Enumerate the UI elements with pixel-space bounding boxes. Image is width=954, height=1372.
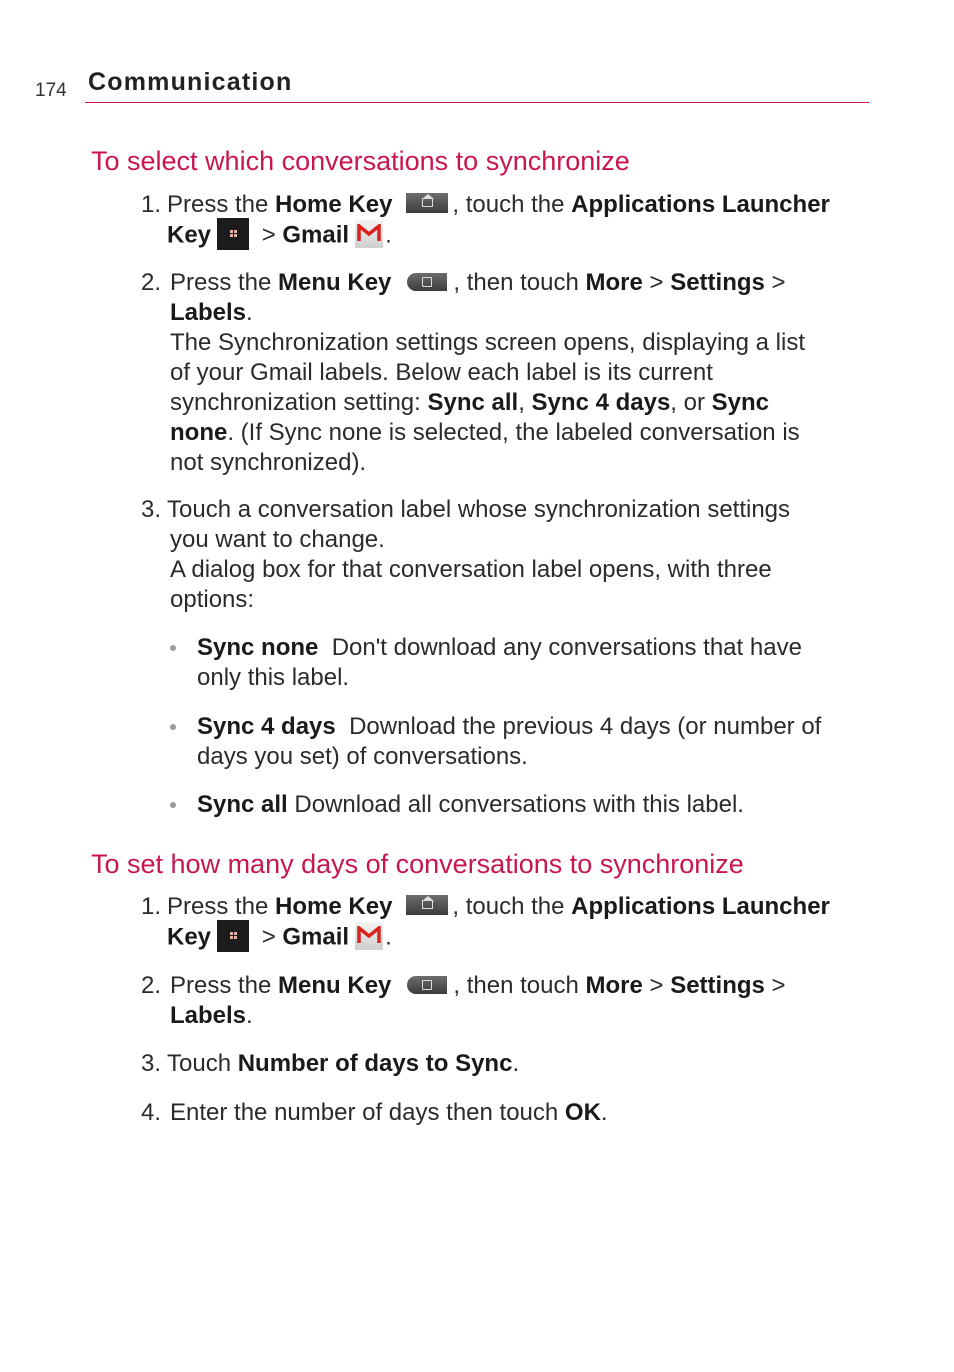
text: , touch the (452, 191, 572, 218)
step-4: 4. Enter the number of days then touch O… (141, 1098, 871, 1128)
text: > (255, 923, 283, 951)
step-number: 1. (141, 191, 162, 218)
home-key-icon (406, 894, 449, 915)
text: > (764, 269, 786, 296)
menu-key-label: Menu Key (278, 972, 392, 999)
key-label: Key (167, 221, 212, 249)
text: Press the (170, 269, 279, 296)
text: , then touch (453, 269, 586, 296)
step-number: 3. (141, 1050, 162, 1077)
page-number: 174 (35, 80, 67, 101)
home-key-label: Home Key (275, 893, 393, 920)
text: Press the (170, 972, 279, 999)
text: Press the (167, 893, 276, 920)
page-header: 174 Communication (35, 68, 869, 104)
text: . (246, 1002, 253, 1029)
step-1: 1. Press the Home Key , touch the Applica… (141, 892, 871, 952)
text: . (If Sync none is selected, the labeled… (227, 419, 800, 446)
step-number: 2. (141, 269, 162, 296)
step-number: 4. (141, 1099, 162, 1126)
number-of-days-term: Number of days to Sync (237, 1050, 513, 1077)
bullet-icon (170, 724, 176, 730)
text: > (642, 269, 671, 296)
option-term: Sync 4 days (197, 713, 336, 740)
key-label: Key (167, 923, 212, 951)
text: . (385, 221, 392, 249)
text: Touch a conversation label whose synchro… (167, 496, 791, 523)
sync-none-term: none (170, 419, 228, 446)
text: only this label. (197, 664, 350, 691)
text: . (385, 923, 392, 951)
step-2: 2. Press the Menu Key , then touch More >… (141, 971, 871, 1029)
gmail-icon (355, 922, 384, 950)
text: Download all conversations with this lab… (287, 791, 744, 818)
text: > (255, 221, 283, 249)
text: days you set) of conversations. (197, 743, 528, 770)
step-number: 2. (141, 972, 162, 999)
chapter-title: Communication (88, 68, 293, 96)
sync-4-days-term: Sync 4 days (531, 389, 671, 416)
text: Touch (167, 1050, 238, 1077)
menu-key-icon (407, 975, 448, 994)
settings-label: Settings (670, 972, 765, 999)
labels-label: Labels (170, 299, 247, 326)
ok-term: OK (564, 1099, 601, 1126)
apps-launcher-label: Applications Launcher (571, 191, 830, 218)
step-number: 1. (141, 893, 162, 920)
text: > (642, 972, 671, 999)
gmail-label: Gmail (282, 923, 350, 951)
menu-key-icon (407, 272, 448, 291)
home-key-icon (406, 192, 449, 213)
apps-launcher-label: Applications Launcher (571, 893, 830, 920)
gmail-label: Gmail (282, 221, 350, 249)
step-3: 3. Touch Number of days to Sync. (141, 1049, 871, 1079)
text: of your Gmail labels. Below each label i… (170, 359, 713, 386)
step-2: 2. Press the Menu Key , then touch More >… (141, 268, 871, 476)
header-rule (85, 102, 869, 103)
sync-all-term: Sync all (427, 389, 519, 416)
text: Download the previous 4 days (or number … (335, 713, 822, 740)
bullet-icon (170, 802, 176, 808)
text: . (246, 299, 253, 326)
text: Press the (167, 191, 276, 218)
menu-key-label: Menu Key (278, 269, 392, 296)
section-heading-days-to-sync: To set how many days of conversations to… (91, 849, 744, 879)
option-term: Sync all (197, 791, 288, 818)
more-label: More (585, 269, 643, 296)
step-1: 1. Press the Home Key , touch the Applica… (141, 190, 871, 250)
step-number: 3. (141, 496, 162, 523)
home-key-label: Home Key (275, 191, 393, 218)
text: . (600, 1099, 608, 1126)
gmail-icon (355, 220, 384, 248)
text: Enter the number of days then touch (170, 1099, 565, 1126)
text: , or (670, 389, 712, 416)
text: options: (170, 586, 255, 613)
text: synchronization setting: (170, 389, 428, 416)
text: The Synchronization settings screen open… (170, 329, 806, 356)
labels-label: Labels (170, 1002, 247, 1029)
text: not synchronized). (170, 449, 367, 476)
bullet-icon (170, 645, 176, 651)
text: , touch the (452, 893, 572, 920)
sync-none-term: Sync (711, 389, 770, 416)
applications-launcher-icon (217, 218, 250, 250)
text: > (764, 972, 786, 999)
option-term: Sync none (197, 634, 319, 661)
text: . (512, 1050, 520, 1077)
step-3: 3. Touch a conversation label whose sync… (141, 495, 871, 613)
section-heading-select-conversations: To select which conversations to synchro… (91, 146, 630, 176)
more-label: More (585, 972, 643, 999)
applications-launcher-icon (217, 920, 250, 952)
text: you want to change. (170, 526, 385, 553)
text: , then touch (453, 972, 586, 999)
text: Don't download any conversations that ha… (318, 634, 802, 661)
text: , (518, 389, 532, 416)
settings-label: Settings (670, 269, 765, 296)
text: A dialog box for that conversation label… (170, 556, 772, 583)
